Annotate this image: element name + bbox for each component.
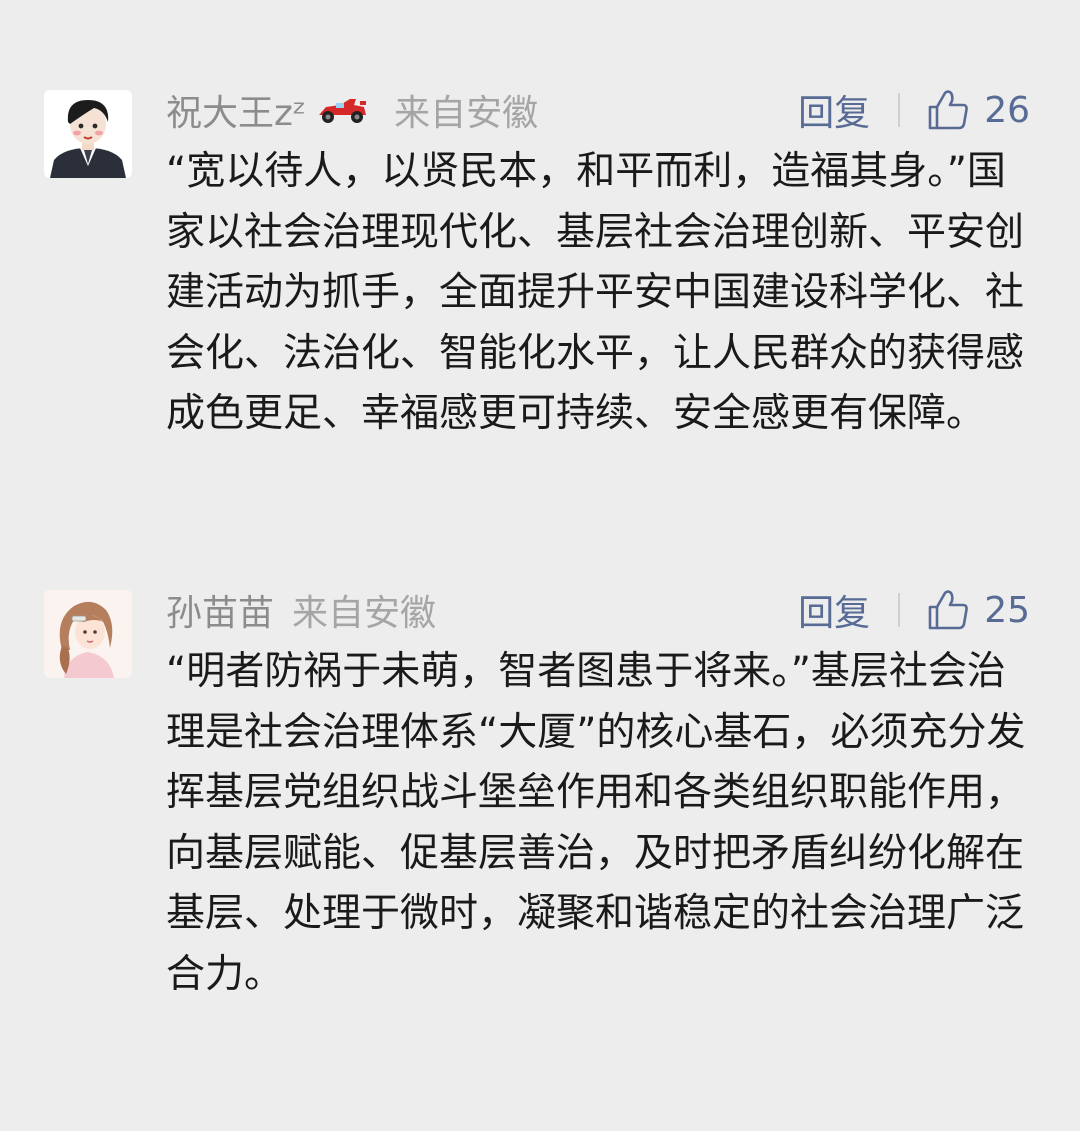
comment-meta: 祝大王zᶻ 来自安徽 bbox=[166, 82, 538, 138]
reply-button[interactable]: 回复 bbox=[798, 84, 870, 136]
location-label: 来自安徽 bbox=[394, 93, 539, 134]
race-car-icon bbox=[316, 95, 368, 125]
comment-text: “明者防祸于未萌，智者图患于将来。”基层社会治理是社会治理体系“大厦”的核心基石… bbox=[166, 649, 1026, 997]
like-count: 25 bbox=[984, 589, 1030, 631]
thumbs-up-icon bbox=[926, 588, 970, 632]
nickname[interactable]: 孙苗苗 bbox=[166, 584, 274, 636]
location-label: 来自安徽 bbox=[292, 593, 437, 634]
like-button[interactable]: 26 bbox=[926, 88, 1030, 132]
comment-meta: 孙苗苗 来自安徽 bbox=[166, 582, 436, 638]
like-button[interactable]: 25 bbox=[926, 588, 1030, 632]
nickname[interactable]: 祝大王zᶻ bbox=[166, 84, 306, 136]
thumbs-up-icon bbox=[926, 88, 970, 132]
like-count: 26 bbox=[984, 89, 1030, 131]
comment-text: “宽以待人，以贤民本，和平而利，造福其身。”国家以社会治理现代化、基层社会治理创… bbox=[166, 149, 1025, 436]
avatar[interactable] bbox=[44, 590, 132, 678]
comment-actions: 回复 26 bbox=[798, 82, 1030, 138]
divider bbox=[898, 593, 901, 627]
divider bbox=[898, 93, 901, 127]
comment-actions: 回复 25 bbox=[798, 582, 1030, 638]
reply-button[interactable]: 回复 bbox=[798, 584, 870, 636]
avatar[interactable] bbox=[44, 90, 132, 178]
